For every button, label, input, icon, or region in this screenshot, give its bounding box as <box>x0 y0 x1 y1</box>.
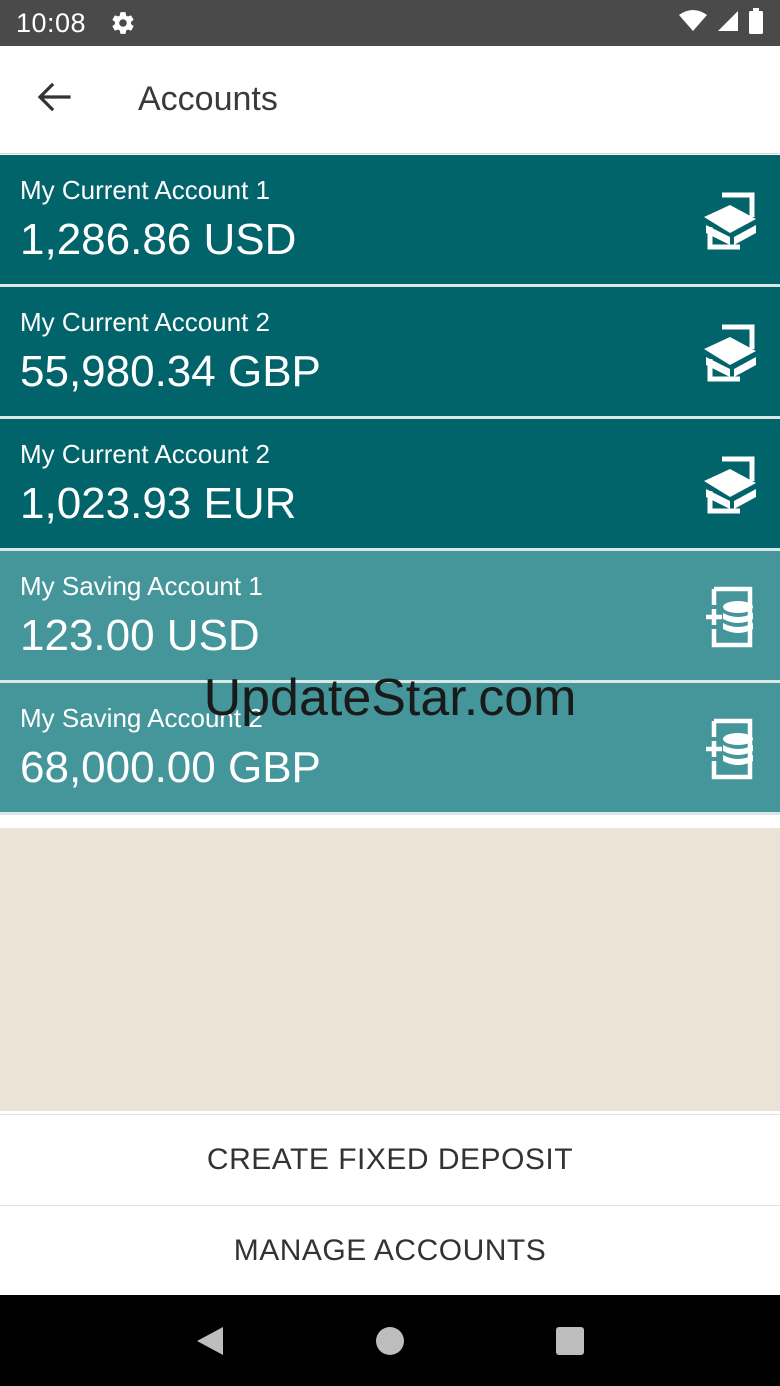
app-bar: Accounts <box>0 46 780 154</box>
account-card[interactable]: My Current Account 2 1,023.93 EUR <box>0 419 780 551</box>
transfer-icon[interactable] <box>700 189 762 253</box>
account-name: My Saving Account 2 <box>20 703 263 733</box>
status-bar: 10:08 <box>0 0 780 46</box>
create-fixed-deposit-button[interactable]: CREATE FIXED DEPOSIT <box>0 1114 780 1204</box>
cellular-signal-icon <box>716 9 740 38</box>
wifi-icon <box>678 9 708 38</box>
back-triangle-icon[interactable] <box>180 1311 240 1371</box>
account-name: My Saving Account 1 <box>20 571 263 601</box>
recents-square-icon[interactable] <box>540 1311 600 1371</box>
account-name: My Current Account 2 <box>20 307 270 337</box>
account-balance: 55,980.34 GBP <box>20 347 321 396</box>
back-button[interactable] <box>22 68 86 132</box>
settings-gear-icon <box>110 10 136 36</box>
battery-icon <box>748 7 764 39</box>
account-balance: 1,286.86 USD <box>20 215 297 264</box>
status-icons <box>678 7 764 39</box>
empty-area <box>0 828 780 1111</box>
savings-coins-icon[interactable] <box>700 585 762 649</box>
transfer-icon[interactable] <box>700 453 762 517</box>
savings-coins-icon[interactable] <box>700 717 762 781</box>
account-name: My Current Account 2 <box>20 439 270 469</box>
manage-accounts-button[interactable]: MANAGE ACCOUNTS <box>0 1205 780 1295</box>
system-nav-bar <box>0 1295 780 1386</box>
account-name: My Current Account 1 <box>20 175 270 205</box>
account-card[interactable]: My Saving Account 2 68,000.00 GBP <box>0 683 780 815</box>
page-title: Accounts <box>138 80 278 118</box>
account-card[interactable]: My Current Account 1 1,286.86 USD <box>0 155 780 287</box>
account-balance: 1,023.93 EUR <box>20 479 297 528</box>
account-card[interactable]: My Saving Account 1 123.00 USD <box>0 551 780 683</box>
account-balance: 68,000.00 GBP <box>20 743 321 792</box>
transfer-icon[interactable] <box>700 321 762 385</box>
account-balance: 123.00 USD <box>20 611 260 660</box>
status-time: 10:08 <box>16 7 87 38</box>
account-card[interactable]: My Current Account 2 55,980.34 GBP <box>0 287 780 419</box>
home-circle-icon[interactable] <box>360 1311 420 1371</box>
arrow-left-icon <box>37 82 71 117</box>
accounts-list: My Current Account 1 1,286.86 USD My Cur… <box>0 155 780 815</box>
